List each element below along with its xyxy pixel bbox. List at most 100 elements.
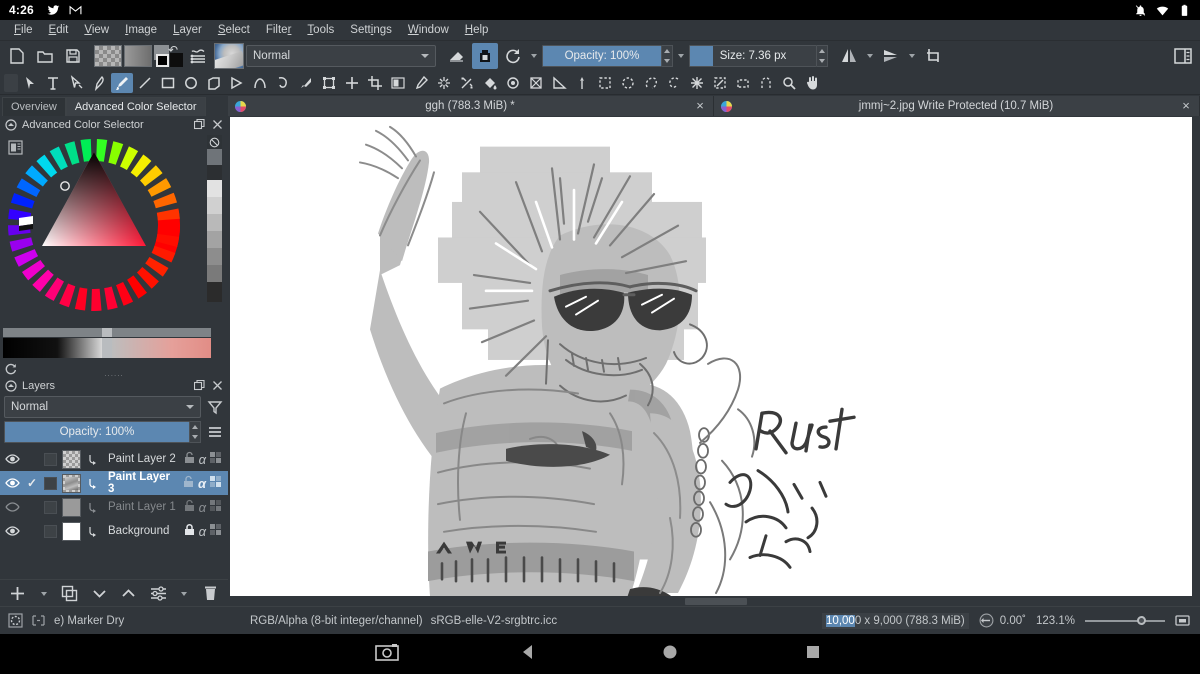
layer-locked-icon[interactable]	[183, 523, 196, 539]
workspace-chooser-icon[interactable]	[1170, 43, 1196, 69]
layer-onion-icon[interactable]	[209, 499, 222, 515]
gradient-swatch[interactable]	[124, 45, 152, 67]
layer-opacity-slider[interactable]: Opacity: 100%	[4, 421, 190, 443]
size-spinner[interactable]	[817, 45, 828, 67]
screenshot-icon[interactable]	[375, 643, 399, 666]
open-document-icon[interactable]	[32, 43, 58, 69]
add-layer-dropdown-icon[interactable]	[38, 591, 50, 596]
menu-tools[interactable]: Tools	[299, 22, 342, 38]
zoom-tool[interactable]	[778, 73, 800, 93]
document-tab-ggh[interactable]: ggh (788.3 MiB) * ×	[228, 96, 714, 116]
layer-menu-icon[interactable]	[206, 422, 224, 442]
freehand-path-tool[interactable]	[272, 73, 294, 93]
gradient-tool[interactable]	[387, 73, 409, 93]
calligraphy-tool[interactable]	[88, 73, 110, 93]
document-tab-jmmj[interactable]: jmmj~2.jpg Write Protected (10.7 MiB) ×	[714, 96, 1200, 116]
layer-opacity-spinner[interactable]	[190, 421, 201, 443]
layer-name[interactable]: Paint Layer 2	[105, 453, 178, 465]
float-docker-icon[interactable]	[193, 118, 206, 131]
layer-onion-icon[interactable]	[209, 475, 222, 491]
color-sampler-tool[interactable]	[410, 73, 432, 93]
scrollbar-thumb[interactable]	[685, 598, 747, 605]
move-tool[interactable]	[341, 73, 363, 93]
layer-onion-icon[interactable]	[209, 451, 222, 467]
pan-tool[interactable]	[801, 73, 823, 93]
polyline-tool[interactable]	[226, 73, 248, 93]
select-shapes-tool[interactable]	[19, 73, 41, 93]
freehand-selection-tool[interactable]	[663, 73, 685, 93]
reload-dropdown-icon[interactable]	[528, 54, 540, 58]
color-history-strips[interactable]	[3, 328, 211, 358]
layer-name[interactable]: Paint Layer 1	[105, 501, 178, 513]
menu-help[interactable]: Help	[457, 22, 497, 38]
alpha-lock-icon[interactable]: α	[199, 452, 206, 467]
new-document-icon[interactable]	[4, 43, 30, 69]
freehand-brush-tool[interactable]	[111, 72, 133, 93]
shade-strip-column[interactable]	[207, 135, 222, 303]
back-icon[interactable]	[518, 642, 538, 667]
pixel-grid-icon[interactable]	[31, 613, 46, 628]
color-wheel[interactable]	[7, 138, 181, 312]
smart-patch-tool[interactable]	[456, 73, 478, 93]
fill-tool[interactable]	[479, 73, 501, 93]
layer-visibility-icon[interactable]	[4, 525, 20, 537]
recents-icon[interactable]	[804, 643, 822, 666]
docker-tab-overview[interactable]: Overview	[2, 97, 66, 116]
contiguous-selection-tool[interactable]	[686, 73, 708, 93]
table-row[interactable]: Background α	[0, 519, 228, 543]
swap-colors-icon[interactable]: ↶	[168, 43, 178, 57]
layer-color-label[interactable]	[44, 500, 57, 514]
ellipse-tool[interactable]	[180, 73, 202, 93]
layer-style-icon[interactable]	[86, 525, 100, 538]
rotation-icon[interactable]	[979, 613, 994, 628]
layer-color-label[interactable]	[44, 476, 57, 490]
selection-mask-icon[interactable]	[8, 613, 23, 628]
no-color-icon[interactable]	[207, 135, 222, 149]
fit-to-view-icon[interactable]	[1175, 613, 1190, 628]
brush-presets-icon[interactable]	[186, 43, 212, 69]
table-row[interactable]: ✓ Paint Layer 3 α	[0, 471, 228, 495]
dynamic-brush-tool[interactable]	[295, 73, 317, 93]
layer-name[interactable]: Paint Layer 3	[105, 471, 177, 495]
home-icon[interactable]	[660, 642, 680, 667]
preserve-alpha-icon[interactable]	[472, 43, 498, 69]
mirror-vertical-icon[interactable]	[878, 43, 904, 69]
pattern-swatch[interactable]	[94, 45, 122, 67]
menu-file[interactable]: File	[6, 22, 41, 38]
polygonal-selection-tool[interactable]	[640, 73, 662, 93]
move-layer-up-button[interactable]	[119, 584, 139, 604]
reload-preset-icon[interactable]	[500, 43, 526, 69]
magnetic-selection-tool[interactable]	[755, 73, 777, 93]
close-document-icon[interactable]: ×	[693, 99, 707, 112]
mirror-horizontal-dropdown-icon[interactable]	[864, 54, 876, 58]
zoom-slider[interactable]	[1085, 614, 1165, 628]
size-slider-group[interactable]: Size: 7.36 px	[689, 45, 828, 67]
tool-handle[interactable]	[4, 73, 18, 92]
opacity-dropdown-icon[interactable]	[675, 54, 687, 58]
measure-tool[interactable]	[548, 73, 570, 93]
close-document-icon[interactable]: ×	[1179, 99, 1193, 112]
menu-settings[interactable]: Settings	[342, 22, 400, 38]
edit-shapes-tool[interactable]	[65, 73, 87, 93]
layer-visibility-icon[interactable]	[4, 501, 20, 513]
similar-color-selection-tool[interactable]	[709, 73, 731, 93]
layer-visibility-icon[interactable]	[4, 453, 20, 465]
layer-color-label[interactable]	[44, 524, 57, 538]
reference-images-tool[interactable]	[571, 73, 593, 93]
table-row[interactable]: Paint Layer 1 α	[0, 495, 228, 519]
opacity-spinner[interactable]	[662, 45, 673, 67]
layer-lock-icon[interactable]	[183, 451, 196, 467]
alpha-lock-icon[interactable]: α	[199, 524, 206, 539]
canvas-viewport[interactable]	[228, 116, 1200, 606]
menu-layer[interactable]: Layer	[165, 22, 210, 38]
layer-properties-dropdown-icon[interactable]	[178, 591, 190, 596]
mirror-horizontal-icon[interactable]	[836, 43, 862, 69]
elliptical-selection-tool[interactable]	[617, 73, 639, 93]
layer-lock-icon[interactable]	[182, 475, 195, 491]
opacity-slider-group[interactable]: Opacity: 100%	[542, 45, 673, 67]
layer-select-checkbox[interactable]: ✓	[25, 476, 39, 490]
rectangle-tool[interactable]	[157, 73, 179, 93]
enclose-and-fill-tool[interactable]	[502, 73, 524, 93]
layer-style-icon[interactable]	[86, 453, 100, 466]
menu-window[interactable]: Window	[400, 22, 457, 38]
